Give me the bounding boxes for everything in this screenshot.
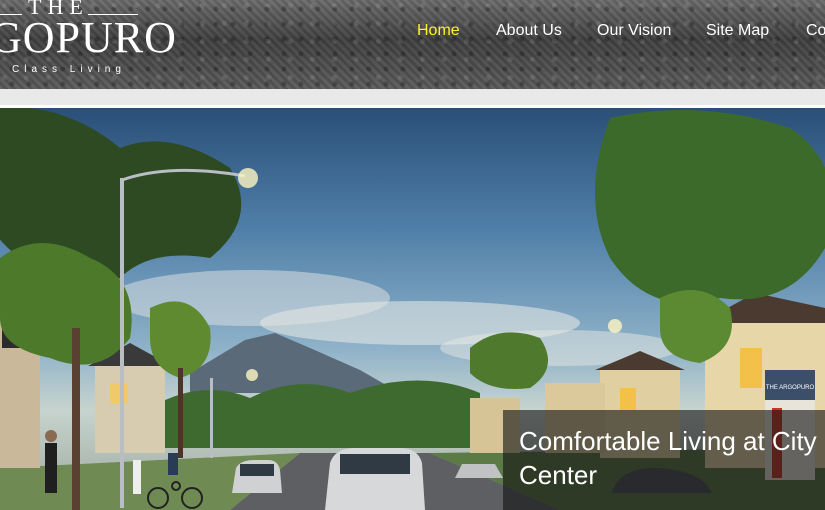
nav-our-vision[interactable]: Our Vision	[597, 22, 671, 40]
site-logo[interactable]: THE GOPURO Class Living	[0, 0, 180, 89]
hero-caption-title: Comfortable Living at City Center	[519, 426, 817, 490]
estate-sign-text: THE ARGOPURO	[766, 385, 815, 391]
nav-site-map[interactable]: Site Map	[706, 22, 769, 40]
nav-home[interactable]: Home	[417, 22, 460, 40]
logo-tagline: Class Living	[12, 64, 126, 75]
nav-about-us[interactable]: About Us	[496, 22, 562, 40]
sub-bar	[0, 89, 825, 105]
logo-name-text: GOPURO	[0, 13, 177, 62]
hero-slideshow[interactable]: THE ARGOPURO Comfortable Living at City …	[0, 108, 825, 510]
nav-contact[interactable]: Co	[806, 22, 825, 40]
hero-caption: Comfortable Living at City Center	[503, 410, 825, 510]
site-header: THE GOPURO Class Living Home About Us Ou…	[0, 0, 825, 89]
